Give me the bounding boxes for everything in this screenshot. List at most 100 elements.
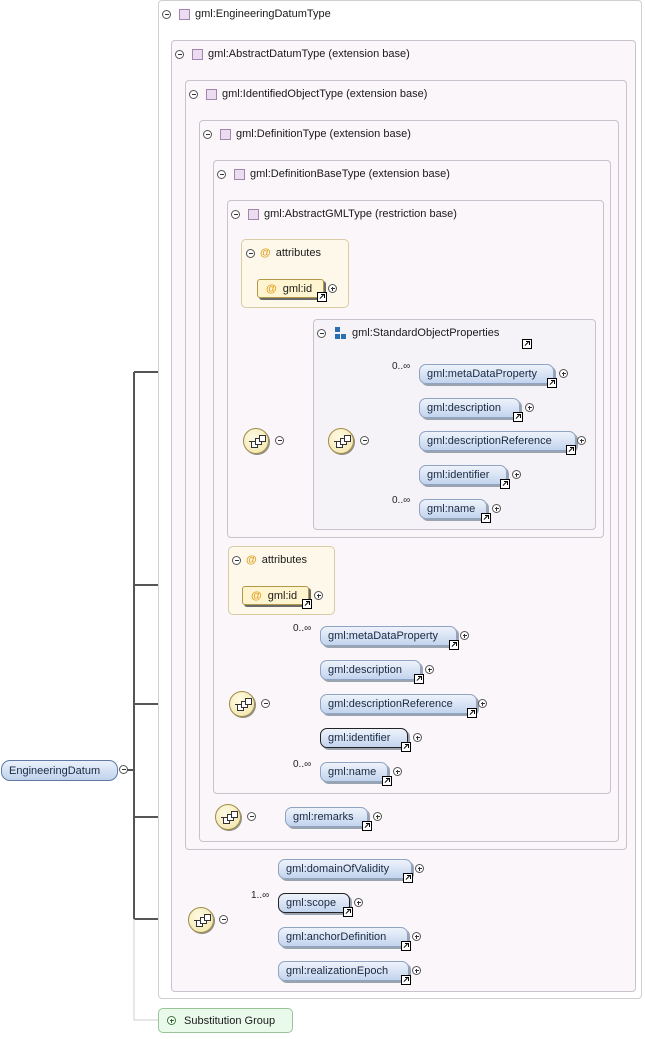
element-realization-epoch[interactable]: gml:realizationEpoch <box>278 961 409 981</box>
attributes-header[interactable]: @ attributes <box>232 552 307 568</box>
expand-icon[interactable] <box>413 733 422 742</box>
expand-icon[interactable] <box>373 812 382 821</box>
expand-icon[interactable] <box>559 369 568 378</box>
element-scope[interactable]: gml:scope <box>278 893 350 913</box>
standard-object-properties-header[interactable]: gml:StandardObjectProperties <box>317 325 499 341</box>
collapse-icon[interactable] <box>231 209 240 219</box>
element-anchor-definition[interactable]: gml:anchorDefinition <box>278 927 408 947</box>
expand-icon[interactable] <box>415 864 424 873</box>
element-name[interactable]: gml:name <box>320 762 388 782</box>
collapse-icon[interactable] <box>247 812 256 821</box>
element-label: gml:anchorDefinition <box>286 931 387 943</box>
abstract-datum-type-header[interactable]: gml:AbstractDatumType (extension base) <box>175 46 410 62</box>
complex-type-icon <box>192 48 203 60</box>
expand-icon[interactable] <box>167 1016 176 1025</box>
reference-arrow-icon[interactable] <box>401 975 411 985</box>
expand-icon[interactable] <box>492 504 501 513</box>
collapse-icon[interactable] <box>317 328 326 338</box>
reference-arrow-icon[interactable] <box>414 674 424 684</box>
collapse-icon[interactable] <box>360 436 369 445</box>
reference-arrow-icon[interactable] <box>382 776 392 786</box>
element-name[interactable]: gml:name <box>419 499 487 519</box>
element-remarks[interactable]: gml:remarks <box>285 807 368 827</box>
expand-icon[interactable] <box>460 631 469 640</box>
collapse-icon[interactable] <box>162 9 171 19</box>
reference-arrow-icon[interactable] <box>403 873 413 883</box>
element-label: gml:domainOfValidity <box>286 863 390 875</box>
expand-icon[interactable] <box>525 403 534 412</box>
collapse-icon[interactable] <box>261 699 270 708</box>
reference-arrow-icon[interactable] <box>522 339 532 349</box>
element-meta-data-property[interactable]: gml:metaDataProperty <box>419 364 554 384</box>
engineering-datum-type-header[interactable]: gml:EngineeringDatumType <box>162 6 331 22</box>
collapse-icon[interactable] <box>175 49 184 59</box>
expand-icon[interactable] <box>512 470 521 479</box>
reference-arrow-icon[interactable] <box>317 292 327 302</box>
abstract-gml-type-header[interactable]: gml:AbstractGMLType (restriction base) <box>231 206 457 222</box>
attribute-icon: @ <box>266 282 277 295</box>
definition-type-header[interactable]: gml:DefinitionType (extension base) <box>203 126 411 142</box>
sequence-compositor-icon[interactable] <box>188 907 214 933</box>
substitution-group-label: Substitution Group <box>184 1014 276 1027</box>
element-domain-of-validity[interactable]: gml:domainOfValidity <box>278 859 412 879</box>
identified-object-type-header[interactable]: gml:IdentifiedObjectType (extension base… <box>189 86 427 102</box>
element-identifier[interactable]: gml:identifier <box>320 728 408 748</box>
substitution-group[interactable]: Substitution Group <box>158 1008 293 1033</box>
collapse-icon[interactable] <box>232 555 241 565</box>
cardinality-label: 0..∞ <box>392 361 411 372</box>
attribute-icon: @ <box>251 589 262 602</box>
type-label: gml:IdentifiedObjectType (extension base… <box>222 88 428 100</box>
sequence-compositor-icon[interactable] <box>328 428 354 454</box>
reference-arrow-icon[interactable] <box>449 640 459 650</box>
element-label: gml:description <box>328 664 402 676</box>
element-meta-data-property[interactable]: gml:metaDataProperty <box>320 626 457 646</box>
reference-arrow-icon[interactable] <box>481 513 491 523</box>
attribute-icon: @ <box>260 247 271 259</box>
collapse-icon[interactable] <box>189 89 198 99</box>
reference-arrow-icon[interactable] <box>362 821 372 831</box>
sequence-compositor-icon[interactable] <box>215 804 241 830</box>
expand-icon[interactable] <box>393 767 402 776</box>
element-label: gml:realizationEpoch <box>286 965 389 977</box>
element-identifier[interactable]: gml:identifier <box>419 465 507 485</box>
element-description[interactable]: gml:description <box>320 660 421 680</box>
collapse-icon[interactable] <box>217 169 226 179</box>
complex-type-icon <box>248 208 259 220</box>
reference-arrow-icon[interactable] <box>547 378 557 388</box>
collapse-icon[interactable] <box>219 915 228 924</box>
reference-arrow-icon[interactable] <box>513 412 523 422</box>
expand-icon[interactable] <box>328 284 337 293</box>
reference-arrow-icon[interactable] <box>343 907 353 917</box>
sequence-compositor-icon[interactable] <box>229 691 255 717</box>
reference-arrow-icon[interactable] <box>302 599 312 609</box>
collapse-icon[interactable] <box>246 248 255 258</box>
complex-type-icon <box>206 88 217 100</box>
expand-icon[interactable] <box>478 699 487 708</box>
sequence-compositor-icon[interactable] <box>243 428 269 454</box>
expand-icon[interactable] <box>354 898 363 907</box>
expand-icon[interactable] <box>577 436 586 445</box>
element-description-reference[interactable]: gml:descriptionReference <box>320 694 477 714</box>
collapse-icon[interactable] <box>203 129 212 139</box>
reference-arrow-icon[interactable] <box>500 479 510 489</box>
cardinality-label: 0..∞ <box>392 495 411 506</box>
expand-icon[interactable] <box>412 932 421 941</box>
expand-icon[interactable] <box>314 591 323 600</box>
element-description[interactable]: gml:description <box>419 398 520 418</box>
attribute-gml-id[interactable]: @ gml:id <box>242 586 309 605</box>
definition-base-type-header[interactable]: gml:DefinitionBaseType (extension base) <box>217 166 450 182</box>
reference-arrow-icon[interactable] <box>467 708 477 718</box>
reference-arrow-icon[interactable] <box>401 941 411 951</box>
cardinality-label: 1..∞ <box>251 890 270 901</box>
group-icon <box>335 327 347 339</box>
element-description-reference[interactable]: gml:descriptionReference <box>419 431 576 451</box>
attribute-gml-id[interactable]: @ gml:id <box>257 279 324 298</box>
expand-icon[interactable] <box>412 966 421 975</box>
root-element-engineering-datum[interactable]: EngineeringDatum <box>1 760 118 781</box>
attributes-header[interactable]: @ attributes <box>246 245 321 261</box>
collapse-icon[interactable] <box>275 436 284 445</box>
collapse-icon[interactable] <box>119 765 128 774</box>
reference-arrow-icon[interactable] <box>566 445 576 455</box>
reference-arrow-icon[interactable] <box>401 742 411 752</box>
expand-icon[interactable] <box>425 665 434 674</box>
